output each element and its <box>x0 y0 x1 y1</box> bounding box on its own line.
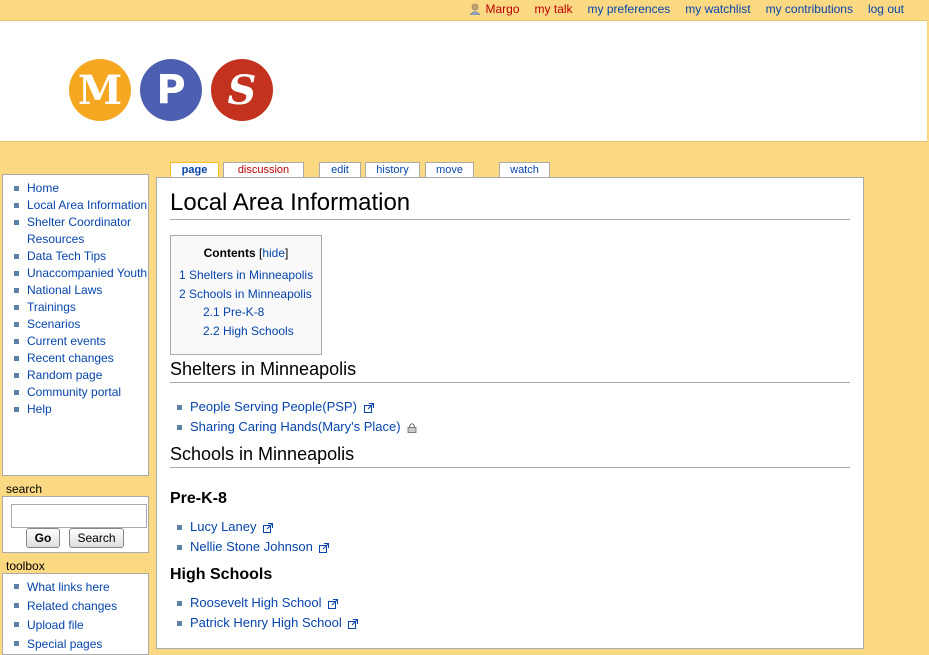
sidebar-item-trainings[interactable]: Trainings <box>11 299 148 316</box>
personal-toolbar: Margo my talk my preferences my watchlis… <box>0 0 929 20</box>
tab-page[interactable]: page <box>170 162 219 178</box>
my-watchlist-link[interactable]: my watchlist <box>685 2 750 16</box>
user-link[interactable]: Margo <box>469 2 520 16</box>
external-link-icon <box>263 522 274 533</box>
toolbox-item-special-pages[interactable]: Special pages <box>11 635 148 654</box>
toc-title: Contents [hide] <box>203 246 289 260</box>
sidebar-item-community-portal[interactable]: Community portal <box>11 384 148 401</box>
go-button[interactable]: Go <box>26 528 60 548</box>
list-item[interactable]: People Serving People(PSP) <box>177 397 417 417</box>
toc-item-schools[interactable]: 2 Schools in Minneapolis <box>179 287 312 301</box>
sidebar-item-help[interactable]: Help <box>11 401 148 418</box>
toolbox-item-upload-file[interactable]: Upload file <box>11 616 148 635</box>
my-preferences-link[interactable]: my preferences <box>588 2 671 16</box>
tab-move[interactable]: move <box>425 162 474 177</box>
external-link-icon <box>319 542 330 553</box>
logo-s[interactable]: S <box>211 59 273 121</box>
list-item[interactable]: Sharing Caring Hands(Mary's Place) <box>177 417 417 437</box>
page-title: Local Area Information <box>170 189 850 220</box>
tab-history[interactable]: history <box>365 162 420 177</box>
sidebar-item-home[interactable]: Home <box>11 180 148 197</box>
prek-list: Lucy Laney Nellie Stone Johnson <box>177 517 330 557</box>
navigation-portlet: Home Local Area Information Shelter Coor… <box>2 174 149 476</box>
list-item[interactable]: Nellie Stone Johnson <box>177 537 330 557</box>
sidebar-item-scenarios[interactable]: Scenarios <box>11 316 148 333</box>
header: M P S <box>0 20 927 142</box>
my-contributions-link[interactable]: my contributions <box>766 2 853 16</box>
list-item[interactable]: Roosevelt High School <box>177 593 358 613</box>
sidebar-item-current-events[interactable]: Current events <box>11 333 148 350</box>
sidebar-item-shelter-coordinator[interactable]: Shelter Coordinator Resources <box>11 214 148 248</box>
logo-m[interactable]: M <box>69 59 131 121</box>
external-link-icon <box>328 598 339 609</box>
user-icon <box>469 3 480 15</box>
shelters-list: People Serving People(PSP) Sharing Carin… <box>177 397 417 437</box>
sidebar-item-recent-changes[interactable]: Recent changes <box>11 350 148 367</box>
toc-hide-link[interactable]: hide <box>262 246 285 260</box>
table-of-contents: Contents [hide] 1 Shelters in Minneapoli… <box>170 235 322 355</box>
external-link-icon <box>363 402 374 413</box>
sidebar-item-data-tech-tips[interactable]: Data Tech Tips <box>11 248 148 265</box>
sidebar-item-random-page[interactable]: Random page <box>11 367 148 384</box>
log-out-link[interactable]: log out <box>868 2 904 16</box>
toolbox-title: toolbox <box>6 559 45 573</box>
search-button[interactable]: Search <box>69 528 124 548</box>
search-title: search <box>6 482 43 496</box>
list-item[interactable]: Patrick Henry High School <box>177 613 359 633</box>
logo-p[interactable]: P <box>140 59 202 121</box>
toolbox-item-what-links-here[interactable]: What links here <box>11 578 148 597</box>
toc-item-high-schools[interactable]: 2.2 High Schools <box>203 324 294 338</box>
main-content: Local Area Information Contents [hide] 1… <box>156 177 864 649</box>
toc-item-prek[interactable]: 2.1 Pre-K-8 <box>203 305 264 319</box>
sidebar-item-unaccompanied-youth[interactable]: Unaccompanied Youth <box>11 265 148 282</box>
tab-watch[interactable]: watch <box>499 162 550 177</box>
section-heading-shelters: Shelters in Minneapolis <box>170 359 850 383</box>
section-heading-schools: Schools in Minneapolis <box>170 444 850 468</box>
sidebar-item-national-laws[interactable]: National Laws <box>11 282 148 299</box>
tab-edit[interactable]: edit <box>319 162 361 177</box>
list-item[interactable]: Lucy Laney <box>177 517 329 537</box>
toolbox-item-related-changes[interactable]: Related changes <box>11 597 148 616</box>
high-schools-list: Roosevelt High School Patrick Henry High… <box>177 593 359 633</box>
subsection-heading-prek: Pre-K-8 <box>170 490 227 507</box>
lock-icon <box>407 422 417 433</box>
external-link-icon <box>348 618 359 629</box>
tab-discussion[interactable]: discussion <box>223 162 304 177</box>
sidebar-item-local-area[interactable]: Local Area Information <box>11 197 148 214</box>
search-portlet: Go Search <box>2 496 149 553</box>
my-talk-link[interactable]: my talk <box>535 2 573 16</box>
search-input[interactable] <box>11 504 147 528</box>
toc-item-shelters[interactable]: 1 Shelters in Minneapolis <box>179 268 313 282</box>
subsection-heading-high-schools: High Schools <box>170 566 273 583</box>
